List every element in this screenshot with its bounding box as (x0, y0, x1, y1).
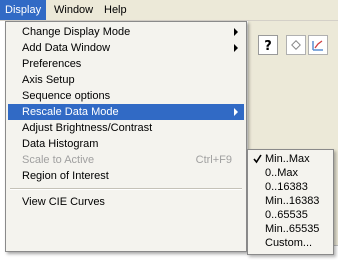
menu-item-region-of-interest[interactable]: Region of Interest (8, 168, 244, 184)
menu-item-label: Rescale Data Mode (22, 106, 119, 118)
menu-item-label: Adjust Brightness/Contrast (22, 122, 153, 134)
submenu-item-label: Min..16383 (265, 195, 320, 207)
display-dropdown-menu: Change Display Mode Add Data Window Pref… (5, 21, 247, 252)
shortcut-label: Ctrl+F9 (195, 154, 232, 166)
menu-item-label: Change Display Mode (22, 26, 131, 38)
menu-display[interactable]: Display (0, 0, 47, 20)
submenu-item-min-16383[interactable]: Min..16383 (250, 194, 331, 208)
rescale-data-mode-submenu: Min..Max 0..Max 0..16383 Min..16383 0..6… (247, 149, 334, 255)
submenu-item-label: Min..65535 (265, 223, 320, 235)
submenu-item-min-65535[interactable]: Min..65535 (250, 222, 331, 236)
menu-item-change-display-mode[interactable]: Change Display Mode (8, 24, 244, 40)
menu-item-adjust-brightness-contrast[interactable]: Adjust Brightness/Contrast (8, 120, 244, 136)
menu-item-view-cie-curves[interactable]: View CIE Curves (8, 194, 244, 210)
submenu-arrow-icon (234, 108, 238, 116)
submenu-item-label: 0..65535 (265, 209, 308, 221)
menu-item-scale-to-active: Scale to Active Ctrl+F9 (8, 152, 244, 168)
menu-item-label: Data Histogram (22, 138, 99, 150)
menu-item-sequence-options[interactable]: Sequence options (8, 88, 244, 104)
menu-help[interactable]: Help (99, 0, 132, 20)
submenu-item-label: 0..Max (265, 167, 299, 179)
checkmark-icon (253, 154, 262, 164)
submenu-item-label: Min..Max (265, 153, 310, 165)
menu-item-label: Scale to Active (22, 154, 95, 166)
menu-item-preferences[interactable]: Preferences (8, 56, 244, 72)
menu-item-data-histogram[interactable]: Data Histogram (8, 136, 244, 152)
menu-item-add-data-window[interactable]: Add Data Window (8, 40, 244, 56)
help-button[interactable]: ? (258, 35, 278, 55)
menu-item-label: View CIE Curves (22, 196, 105, 208)
submenu-item-label: 0..16383 (265, 181, 308, 193)
menu-window[interactable]: Window (49, 0, 98, 20)
svg-text:?: ? (264, 39, 272, 52)
menu-item-label: Add Data Window (22, 42, 111, 54)
menu-item-label: Sequence options (22, 90, 111, 102)
diamond-icon (291, 40, 301, 50)
submenu-arrow-icon (234, 28, 238, 36)
menu-item-label: Region of Interest (22, 170, 109, 182)
menu-bar: Display Window Help (0, 0, 338, 21)
submenu-item-0-max[interactable]: 0..Max (250, 166, 331, 180)
submenu-item-0-65535[interactable]: 0..65535 (250, 208, 331, 222)
submenu-item-custom[interactable]: Custom... (250, 236, 331, 250)
menu-item-label: Preferences (22, 58, 82, 70)
submenu-item-min-max[interactable]: Min..Max (250, 152, 331, 166)
chart-icon (312, 40, 323, 51)
diamond-button[interactable] (286, 35, 306, 55)
menu-separator (10, 188, 242, 190)
menu-item-axis-setup[interactable]: Axis Setup (8, 72, 244, 88)
chart-button[interactable] (308, 35, 328, 55)
help-question-icon: ? (264, 39, 272, 52)
submenu-item-0-16383[interactable]: 0..16383 (250, 180, 331, 194)
menu-item-label: Axis Setup (22, 74, 75, 86)
submenu-item-label: Custom... (265, 237, 313, 249)
submenu-arrow-icon (234, 44, 238, 52)
menu-item-rescale-data-mode[interactable]: Rescale Data Mode (8, 104, 244, 120)
